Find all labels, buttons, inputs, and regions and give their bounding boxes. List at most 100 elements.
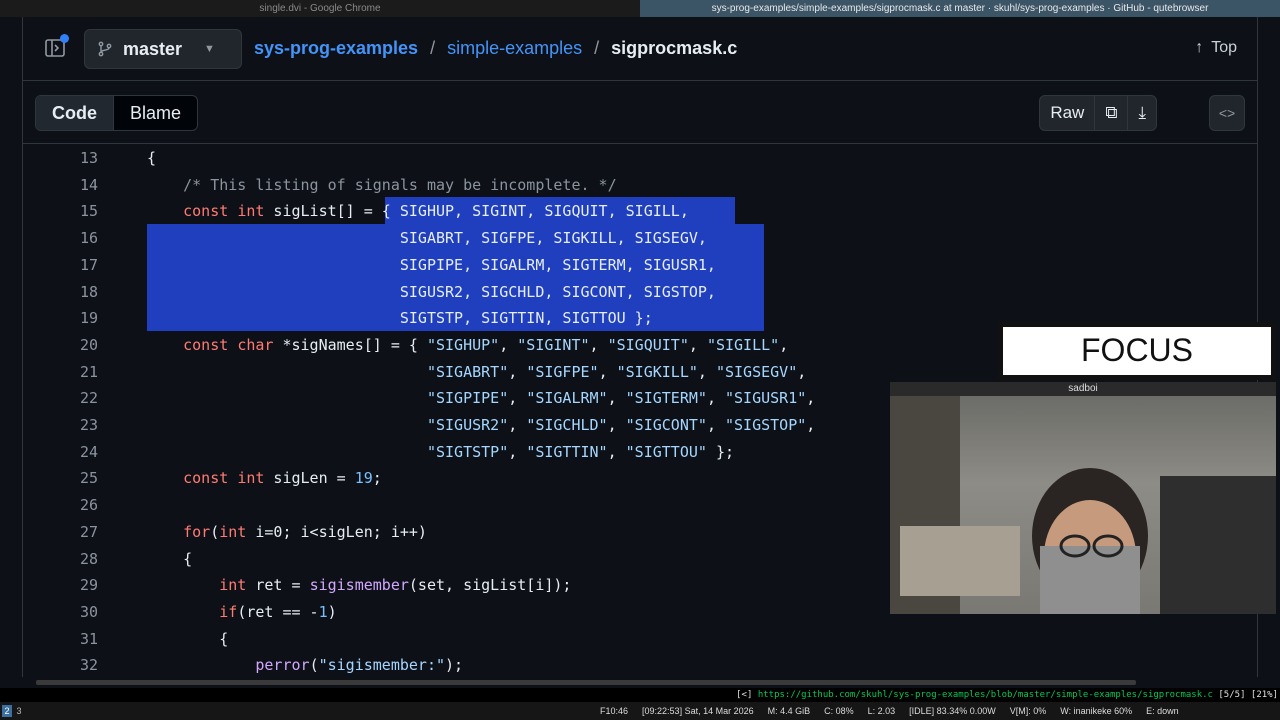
code-line: 18 SIGUSR2, SIGCHLD, SIGCONT, SIGSTOP, [23, 279, 1257, 306]
line-number[interactable]: 20 [23, 332, 98, 359]
line-number[interactable]: 27 [23, 519, 98, 546]
breadcrumb-filename: sigprocmask.c [611, 38, 738, 58]
line-number[interactable]: 24 [23, 439, 98, 466]
chevron-down-icon: ▼ [204, 43, 215, 55]
horizontal-scrollbar[interactable] [22, 678, 1258, 686]
code-text: { [147, 549, 193, 568]
webcam-feed [890, 396, 1276, 614]
top-label: Top [1211, 39, 1237, 56]
line-number[interactable]: 29 [23, 572, 98, 599]
line-number[interactable]: 16 [23, 225, 98, 252]
code-line: 15 const int sigList[] = { SIGHUP, SIGIN… [23, 198, 1257, 225]
webcam-window: sadboi [890, 382, 1276, 614]
line-number[interactable]: 17 [23, 252, 98, 279]
line-number[interactable]: 28 [23, 546, 98, 573]
code-text: /* This listing of signals may be incomp… [183, 175, 617, 194]
system-statusbar: 2 3 F10:46 [09:22:53] Sat, 14 Mar 2026 M: … [0, 702, 1280, 720]
breadcrumb-separator: / [430, 38, 436, 58]
webcam-title: sadboi [890, 382, 1276, 396]
system-indicators: F10:46 [09:22:53] Sat, 14 Mar 2026 M: 4.4 … [600, 702, 1179, 720]
code-text: const int sigLen = 19; [183, 469, 382, 488]
code-text: { [147, 629, 229, 648]
code-text: for(int i=0; i<sigLen; i++) [183, 522, 427, 541]
workspace-button[interactable]: 2 [2, 705, 12, 717]
line-number[interactable]: 23 [23, 412, 98, 439]
breadcrumb: sys-prog-examples / simple-examples / si… [254, 38, 737, 59]
line-number[interactable]: 31 [23, 626, 98, 653]
status-item: V[M]: 0% [1009, 706, 1047, 716]
branch-name: master [123, 38, 183, 59]
branch-selector-button[interactable]: master ▼ [84, 29, 242, 69]
symbols-panel-icon[interactable]: <> [1209, 95, 1245, 131]
code-text: "SIGTSTP", "SIGTTIN", "SIGTTOU" }; [426, 442, 735, 461]
current-url: https://github.com/skuhl/sys-prog-exampl… [757, 690, 1213, 700]
line-number[interactable]: 30 [23, 599, 98, 626]
view-mode-toggle: Code Blame [35, 95, 199, 131]
breadcrumb-repo-link[interactable]: sys-prog-examples [254, 38, 418, 59]
code-text: SIGABRT, SIGFPE, SIGKILL, SIGSEGV, [147, 229, 707, 248]
status-item: L: 2.03 [867, 706, 896, 716]
scrollbar-thumb[interactable] [36, 680, 1136, 685]
status-item: C: 08% [824, 706, 854, 716]
status-item: E: down [1146, 706, 1179, 716]
code-line: 31 { [23, 626, 1257, 653]
line-number[interactable]: 32 [23, 652, 98, 677]
status-item: F10:46 [600, 706, 629, 716]
load-progress: [5/5] [1218, 690, 1246, 700]
line-number[interactable]: 26 [23, 492, 98, 519]
raw-button[interactable]: Raw [1040, 96, 1096, 130]
scroll-percent: [21%] [1250, 690, 1278, 700]
line-number[interactable]: 18 [23, 279, 98, 306]
status-item: [IDLE] 83.34% 0.00W [909, 706, 996, 716]
line-number[interactable]: 15 [23, 198, 98, 225]
status-item: [09:22:53] Sat, 14 Mar 2026 [642, 706, 754, 716]
code-line: 17 SIGPIPE, SIGALRM, SIGTERM, SIGUSR1, [23, 252, 1257, 279]
blame-tab[interactable]: Blame [114, 96, 197, 130]
line-number[interactable]: 22 [23, 385, 98, 412]
url-back-indicator: [<] [736, 690, 753, 700]
code-line: 32 perror("sigismember:"); [23, 652, 1257, 677]
code-text: perror("sigismember:"); [255, 656, 464, 675]
copy-icon[interactable]: ⧉ [1095, 96, 1129, 130]
line-number[interactable]: 21 [23, 359, 98, 386]
file-header: master ▼ sys-prog-examples / simple-exam… [23, 17, 1257, 81]
browser-tab-inactive[interactable]: single.dvi - Google Chrome [0, 0, 640, 17]
workspace-button[interactable]: 3 [14, 705, 24, 717]
line-number[interactable]: 25 [23, 465, 98, 492]
browser-tab-active[interactable]: sys-prog-examples/simple-examples/sigpro… [640, 0, 1280, 17]
file-toolbar: Code Blame Raw ⧉ ⤓ <> [23, 82, 1257, 144]
line-number[interactable]: 19 [23, 305, 98, 332]
qutebrowser-statusbar: [<] https://github.com/skuhl/sys-prog-ex… [0, 688, 1280, 702]
focus-overlay: FOCUS [998, 322, 1276, 380]
code-line: 16 SIGABRT, SIGFPE, SIGKILL, SIGSEGV, [23, 225, 1257, 252]
line-number[interactable]: 13 [23, 145, 98, 172]
breadcrumb-separator: / [594, 38, 600, 58]
code-text: "SIGUSR2", "SIGCHLD", "SIGCONT", "SIGSTO… [426, 416, 816, 434]
code-text: "SIGABRT", "SIGFPE", "SIGKILL", "SIGSEGV… [426, 362, 807, 381]
code-text: const int sigList[] = { SIGHUP, SIGINT, … [183, 202, 689, 221]
code-text: { [147, 149, 157, 167]
arrow-up-icon: ↑ [1195, 39, 1204, 56]
code-text: int ret = sigismember(set, sigList[i]); [219, 576, 572, 595]
file-actions: Raw ⧉ ⤓ [1039, 95, 1157, 131]
code-line: 13 { [23, 145, 1257, 172]
status-item: M: 4.4 GiB [767, 706, 811, 716]
code-text: "SIGPIPE", "SIGALRM", "SIGTERM", "SIGUSR… [426, 389, 816, 408]
code-line: 14 /* This listing of signals may be inc… [23, 172, 1257, 199]
focus-label: FOCUS [1003, 327, 1271, 375]
top-button[interactable]: ↑ Top [1195, 39, 1237, 57]
code-text: SIGTSTP, SIGTTIN, SIGTTOU }; [147, 309, 653, 328]
download-icon[interactable]: ⤓ [1128, 96, 1156, 130]
browser-tabbar: single.dvi - Google Chrome sys-prog-exam… [0, 0, 1280, 17]
code-text: if(ret == -1) [219, 602, 337, 621]
code-text: SIGPIPE, SIGALRM, SIGTERM, SIGUSR1, [147, 255, 716, 274]
notification-dot [60, 34, 69, 43]
status-item: W: inanikeke 60% [1060, 706, 1133, 716]
line-number[interactable]: 14 [23, 172, 98, 199]
code-text: SIGUSR2, SIGCHLD, SIGCONT, SIGSTOP, [147, 282, 716, 301]
code-tab[interactable]: Code [36, 96, 114, 130]
git-branch-icon [98, 41, 112, 57]
code-text: const char *sigNames[] = { "SIGHUP", "SI… [183, 335, 789, 354]
file-tree-toggle-icon[interactable] [43, 34, 69, 60]
breadcrumb-directory-link[interactable]: simple-examples [447, 38, 582, 59]
